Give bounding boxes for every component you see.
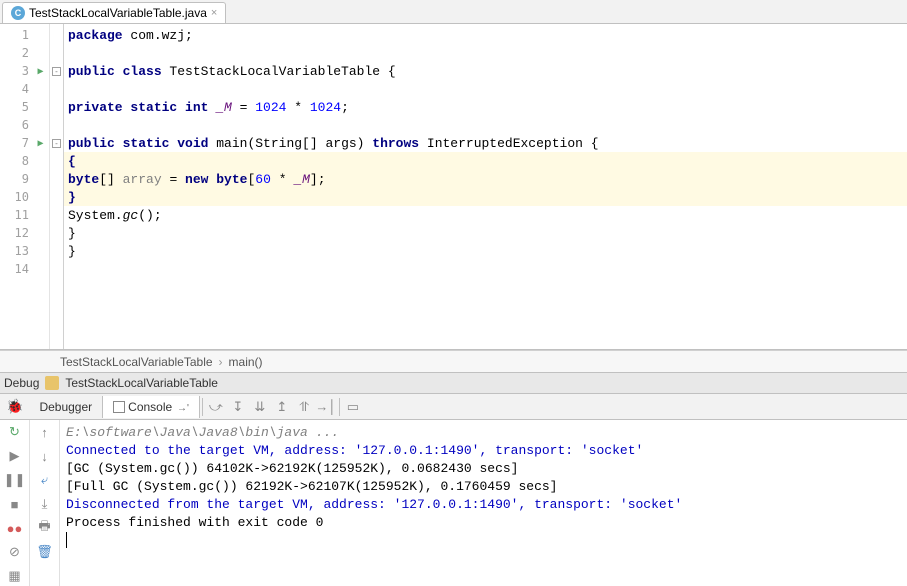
debug-tool-row: 🐞 Debugger Console →' ⤻ ↧ ⇊ ↥ ⥣ →│ ▭ (0, 394, 907, 420)
pin-icon: →' (174, 403, 189, 414)
line-number: 14 (0, 262, 35, 276)
console-output[interactable]: E:\software\Java\Java8\bin\java ... Conn… (60, 420, 907, 586)
clear-icon[interactable]: 🗑 (35, 542, 55, 562)
debug-toolwindow-header: Debug TestStackLocalVariableTable (0, 372, 907, 394)
fold-column: - - (50, 24, 64, 349)
line-number: 11 (0, 208, 35, 222)
console-line: E:\software\Java\Java8\bin\java ... (66, 424, 901, 442)
view-breakpoints-icon[interactable]: ●● (5, 518, 25, 538)
line-number: 5 (0, 100, 35, 114)
console-line: Process finished with exit code 0 (66, 514, 901, 532)
step-out-icon[interactable]: ↥ (271, 396, 293, 418)
line-number: 12 (0, 226, 35, 240)
file-tab-label: TestStackLocalVariableTable.java (29, 6, 207, 20)
line-number: 6 (0, 118, 35, 132)
layout-icon[interactable]: ▦ (5, 566, 25, 586)
up-icon[interactable]: ↑ (35, 422, 55, 442)
soft-wrap-icon[interactable]: ⤶ (35, 470, 55, 490)
line-number: 13 (0, 244, 35, 258)
code-area[interactable]: package com.wzj; public class TestStackL… (64, 24, 907, 349)
line-number: 8 (0, 154, 35, 168)
resume-icon[interactable]: ▶ (5, 446, 25, 466)
run-to-cursor-icon[interactable]: →│ (315, 396, 337, 418)
force-step-into-icon[interactable]: ⇊ (249, 396, 271, 418)
step-over-icon[interactable]: ⤻ (205, 396, 227, 418)
scroll-end-icon[interactable]: ⤓ (35, 494, 55, 514)
file-tab[interactable]: C TestStackLocalVariableTable.java × (2, 2, 226, 23)
console-line: Connected to the target VM, address: '12… (66, 442, 901, 460)
bug-icon[interactable]: 🐞 (6, 398, 23, 415)
console-icon (113, 401, 125, 413)
step-into-icon[interactable]: ↧ (227, 396, 249, 418)
tab-console[interactable]: Console →' (103, 396, 200, 418)
line-gutter: 1 2 3▶ 4 5 6 7▶ 8 9 10 11 12 13 14 (0, 24, 50, 349)
breadcrumb-class[interactable]: TestStackLocalVariableTable (60, 355, 213, 369)
drop-frame-icon[interactable]: ⥣ (293, 396, 315, 418)
breadcrumb-method[interactable]: main() (229, 355, 263, 369)
fold-toggle-icon[interactable]: - (52, 67, 61, 76)
rerun-icon[interactable]: ↻ (5, 422, 25, 442)
line-number: 10 (0, 190, 35, 204)
line-number: 7 (0, 136, 35, 150)
line-number: 9 (0, 172, 35, 186)
divider (339, 398, 340, 416)
run-config-icon (45, 376, 59, 390)
console-side-toolbar: ↑ ↓ ⤶ ⤓ 🖶 🗑 (30, 420, 60, 586)
line-number: 1 (0, 28, 35, 42)
fold-toggle-icon[interactable]: - (52, 139, 61, 148)
console-line: Disconnected from the target VM, address… (66, 496, 901, 514)
debug-side-toolbar: ↻ ▶ ❚❚ ■ ●● ⊘ ▦ (0, 420, 30, 586)
editor: 1 2 3▶ 4 5 6 7▶ 8 9 10 11 12 13 14 - - p… (0, 24, 907, 350)
run-gutter-icon[interactable]: ▶ (35, 138, 49, 149)
print-icon[interactable]: 🖶 (35, 518, 55, 538)
run-gutter-icon[interactable]: ▶ (35, 66, 49, 77)
editor-tabbar: C TestStackLocalVariableTable.java × (0, 0, 907, 24)
line-number: 3 (0, 64, 35, 78)
pause-icon[interactable]: ❚❚ (5, 470, 25, 490)
java-class-icon: C (11, 6, 25, 20)
line-number: 4 (0, 82, 35, 96)
down-icon[interactable]: ↓ (35, 446, 55, 466)
debug-config-name[interactable]: TestStackLocalVariableTable (65, 376, 218, 390)
tab-debugger[interactable]: Debugger (29, 396, 103, 418)
stop-icon[interactable]: ■ (5, 494, 25, 514)
console-line: [GC (System.gc()) 64102K->62192K(125952K… (66, 460, 901, 478)
console-line: [Full GC (System.gc()) 62192K->62107K(12… (66, 478, 901, 496)
evaluate-icon[interactable]: ▭ (342, 396, 364, 418)
debug-label: Debug (4, 376, 39, 390)
line-number: 2 (0, 46, 35, 60)
cursor-icon (66, 532, 67, 548)
breadcrumb[interactable]: TestStackLocalVariableTable › main() (0, 350, 907, 372)
chevron-right-icon: › (219, 355, 223, 369)
divider (202, 398, 203, 416)
console-panel: ↻ ▶ ❚❚ ■ ●● ⊘ ▦ ↑ ↓ ⤶ ⤓ 🖶 🗑 E:\software\… (0, 420, 907, 586)
close-icon[interactable]: × (211, 7, 217, 19)
mute-breakpoints-icon[interactable]: ⊘ (5, 542, 25, 562)
